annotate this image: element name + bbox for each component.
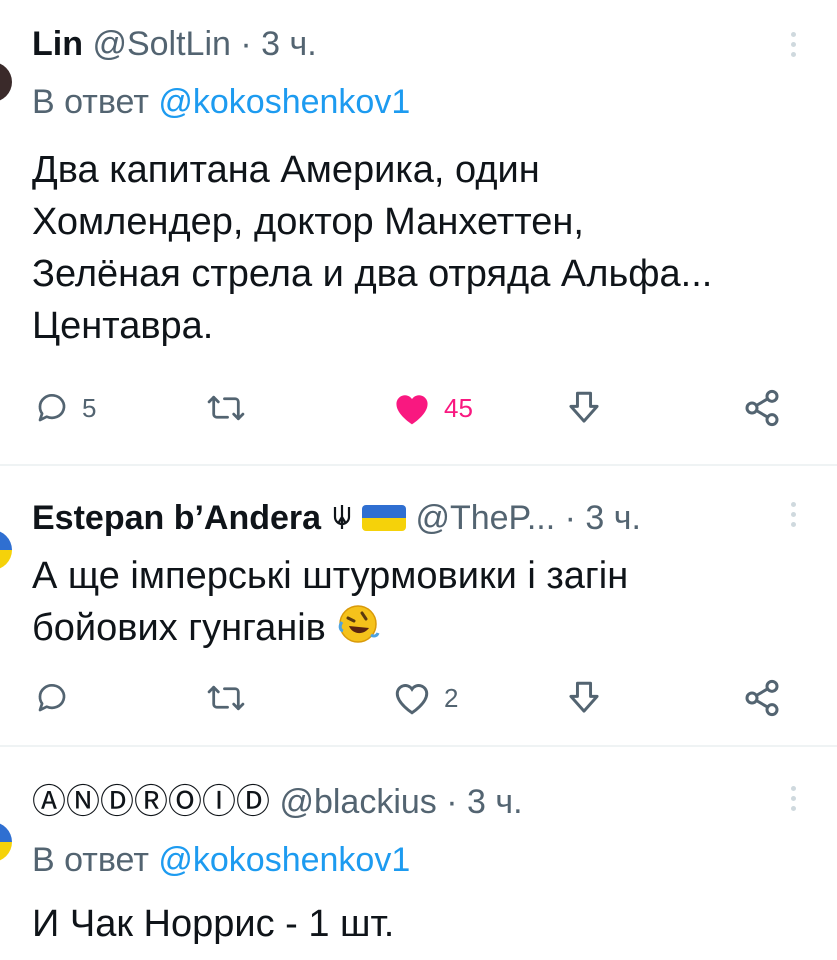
separator-dot: ·: [564, 499, 576, 537]
tweet-divider: [0, 464, 837, 466]
share-link-button[interactable]: [742, 386, 782, 430]
tweet-text-line: А ще імперські штурмовики і загін: [32, 555, 629, 597]
reply-context: В ответ @kokoshenkov1: [32, 840, 410, 880]
tweet-timestamp[interactable]: 3 ч.: [585, 499, 641, 537]
tweet-text: Два капитана Америка, один Хомлендер, до…: [32, 144, 712, 352]
share-button[interactable]: [566, 676, 602, 720]
tweet-timestamp[interactable]: 3 ч.: [261, 25, 317, 63]
speech-bubble-icon: [38, 684, 66, 712]
retweet-button[interactable]: [206, 676, 246, 720]
reply-button[interactable]: [34, 676, 82, 720]
tweet-header: Lin @SoltLin · 3 ч.: [32, 24, 317, 64]
tweet-header: Estepan b’Andera @TheP... · 3 ч.: [32, 498, 641, 538]
avatar[interactable]: [0, 62, 12, 102]
author-name[interactable]: ⒶⓃⒹⓇⓄⒾⒹ: [32, 783, 270, 821]
tweet-header: ⒶⓃⒹⓇⓄⒾⒹ @blackius · 3 ч.: [32, 782, 523, 822]
tweet-actions: 5 45: [0, 386, 837, 430]
avatar[interactable]: [0, 530, 12, 570]
retweet-icon: [207, 395, 245, 421]
tweet-text-line: Центавра.: [32, 305, 214, 347]
share-icon: [745, 679, 779, 717]
more-vertical-icon[interactable]: [791, 32, 799, 62]
avatar[interactable]: [0, 822, 12, 862]
tweet-text-fragment: бойових гунганів: [32, 607, 326, 649]
separator-dot: ·: [446, 783, 458, 821]
tweet-text-line: И Чак Норрис - 1 шт.: [32, 903, 395, 945]
author-name[interactable]: Lin: [32, 25, 83, 63]
speech-bubble-icon: [38, 394, 66, 422]
tweet-timestamp[interactable]: 3 ч.: [467, 783, 523, 821]
reply-button[interactable]: 5: [34, 386, 96, 430]
reply-prefix: В ответ: [32, 83, 149, 121]
like-count: 2: [444, 682, 459, 713]
reply-mention-link[interactable]: @kokoshenkov1: [158, 841, 410, 879]
tweet-text: И Чак Норрис - 1 шт.: [32, 898, 394, 950]
tweet-text: А ще імперські штурмовики і загін бойови…: [32, 550, 628, 654]
heart-icon: [395, 684, 429, 715]
reply-mention-link[interactable]: @kokoshenkov1: [158, 83, 410, 121]
reply-prefix: В ответ: [32, 841, 149, 879]
rolling-laughing-emoji-icon: [339, 605, 380, 643]
tweet-text-line: бойових гунганів: [32, 602, 628, 654]
heart-icon: [396, 395, 428, 425]
tweet-actions: 2: [0, 676, 837, 720]
share-button[interactable]: [566, 386, 602, 430]
reply-count: 5: [82, 392, 97, 423]
share-icon: [569, 391, 599, 423]
reply-context: В ответ @kokoshenkov1: [32, 82, 410, 122]
like-button[interactable]: 2: [392, 676, 458, 720]
retweet-button[interactable]: [206, 386, 246, 430]
author-name[interactable]: Estepan b’Andera: [32, 499, 321, 537]
author-handle[interactable]: @TheP...: [415, 499, 555, 537]
ukraine-flag-icon: [361, 505, 406, 531]
tweet-divider: [0, 745, 837, 747]
retweet-icon: [207, 685, 245, 711]
author-handle[interactable]: @SoltLin: [92, 25, 230, 63]
more-vertical-icon[interactable]: [791, 786, 799, 816]
tweet-text-line: Зелёная стрела и два отряда Альфа...: [32, 253, 713, 295]
tweet-text-line: Хомлендер, доктор Манхеттен,: [32, 201, 584, 243]
like-count: 45: [444, 392, 473, 423]
tweet-text-line: Два капитана Америка, один: [32, 149, 540, 191]
separator-dot: ·: [240, 25, 252, 63]
like-button[interactable]: 45: [392, 386, 473, 430]
share-icon: [569, 681, 599, 713]
share-link-button[interactable]: [742, 676, 782, 720]
author-handle[interactable]: @blackius: [279, 783, 436, 821]
more-vertical-icon[interactable]: [791, 502, 799, 532]
share-icon: [745, 389, 779, 427]
trident-icon: [333, 505, 350, 529]
